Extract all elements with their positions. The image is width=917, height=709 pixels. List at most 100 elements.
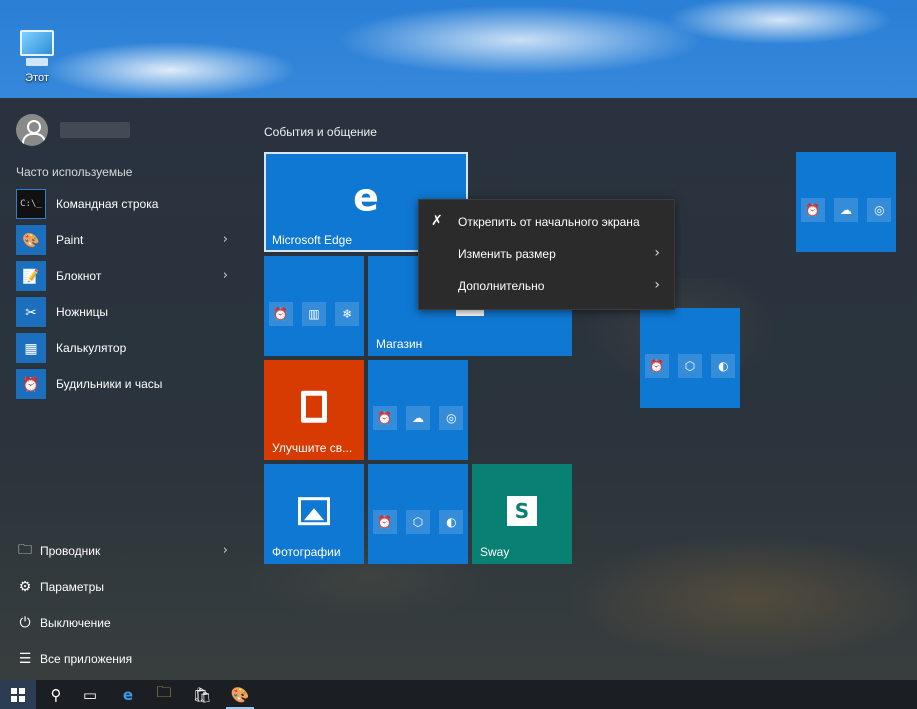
cube-icon: ⬡	[405, 510, 430, 534]
alarm-icon: ⏰	[644, 354, 669, 378]
live-tile-icons: ⏰ ▥ ❄	[264, 302, 364, 326]
menu-item-label: Дополнительно	[458, 279, 545, 293]
camera-icon: ◎	[867, 198, 892, 222]
most-used-list: C:\_ Командная строка 🎨 Paint › 📝 Блокно…	[16, 186, 238, 402]
bottom-item-label: Все приложения	[40, 652, 133, 666]
desktop-icon-this-pc[interactable]: Этот	[12, 30, 62, 84]
user-account[interactable]	[16, 114, 130, 146]
tile-group-title[interactable]: События и общение	[264, 125, 377, 139]
tile-office[interactable]: Улучшите св...	[264, 360, 364, 460]
snowflake-icon: ❄	[335, 302, 360, 326]
most-used-label: Часто используемые	[16, 165, 133, 179]
computer-icon	[20, 30, 54, 66]
app-item-label: Командная строка	[56, 197, 159, 211]
start-bottom-list: 🗀 Проводник › ⚙ Параметры ⏻ Выключение ☰…	[16, 533, 238, 677]
menu-item-label: Изменить размер	[458, 247, 556, 261]
app-item-label: Ножницы	[56, 305, 109, 319]
tile-label: Улучшите св...	[272, 441, 353, 455]
bottom-item-label: Параметры	[40, 580, 104, 594]
chart-icon: ▥	[301, 302, 326, 326]
edge-icon: e	[353, 175, 379, 220]
bottom-item-all-apps[interactable]: ☰ Все приложения	[16, 641, 238, 677]
alarm-icon: ⏰	[372, 510, 397, 534]
app-item-label: Блокнот	[56, 269, 102, 283]
chevron-right-icon: ›	[654, 277, 660, 293]
alarm-icon: ⏰	[268, 302, 293, 326]
gear-icon: ⚙	[18, 579, 32, 595]
tile-weather-live[interactable]: ⏰ ▥ ❄	[264, 256, 364, 356]
tile-live-2[interactable]: ⏰ ⬡ ◐	[368, 464, 468, 564]
paint-icon[interactable]: 🎨	[222, 680, 258, 709]
tile-sway[interactable]: S Sway	[472, 464, 572, 564]
menu-item-resize[interactable]: Изменить размер ›	[419, 238, 674, 270]
bottom-item-settings[interactable]: ⚙ Параметры	[16, 569, 238, 605]
power-icon: ⏻	[19, 615, 31, 631]
windows-logo-icon	[11, 687, 25, 702]
start-button[interactable]	[0, 680, 36, 709]
taskbar: ⚲ ▭ e 🗀 🛍 🎨	[0, 680, 917, 709]
menu-item-more[interactable]: Дополнительно ›	[419, 270, 674, 302]
office-icon	[301, 390, 327, 423]
live-tile-icons: ⏰ ⬡ ◐	[640, 354, 740, 378]
photos-icon	[298, 497, 330, 526]
tile-label: Sway	[480, 545, 510, 559]
command-prompt-icon: C:\_	[16, 189, 46, 219]
app-item-notepad[interactable]: 📝 Блокнот ›	[16, 258, 238, 294]
weather-icon: ☁	[405, 406, 430, 430]
alarm-icon: ⏰	[372, 406, 397, 430]
chevron-right-icon[interactable]: ›	[223, 232, 228, 247]
start-menu: Часто используемые C:\_ Командная строка…	[0, 98, 917, 680]
list-icon: ☰	[18, 651, 32, 667]
bottom-item-label: Проводник	[40, 544, 101, 558]
app-item-label: Будильники и часы	[56, 377, 163, 391]
cube-icon: ⬡	[677, 354, 702, 378]
app-item-command-prompt[interactable]: C:\_ Командная строка	[16, 186, 238, 222]
sway-icon: S	[507, 496, 537, 526]
tile-label: Фотографии	[272, 545, 341, 559]
desktop-icon-label: Этот	[25, 72, 49, 84]
live-tile-icons: ⏰ ☁ ◎	[796, 198, 896, 222]
app-item-label: Paint	[56, 233, 84, 247]
file-explorer-icon[interactable]: 🗀	[146, 680, 182, 709]
app-item-snipping-tool[interactable]: ✂ Ножницы	[16, 294, 238, 330]
weather-icon: ☁	[833, 198, 858, 222]
tile-live-4[interactable]: ⏰ ⬡ ◐	[640, 308, 740, 408]
unpin-icon: ✗	[431, 213, 443, 229]
tile-label: Microsoft Edge	[272, 233, 353, 247]
alarm-clock-icon: ⏰	[16, 369, 46, 399]
tile-live-1[interactable]: ⏰ ☁ ◎	[368, 360, 468, 460]
calculator-icon: ▦	[16, 333, 46, 363]
notepad-icon: 📝	[16, 261, 46, 291]
tile-live-3[interactable]: ⏰ ☁ ◎	[796, 152, 896, 252]
camera-icon: ◎	[439, 406, 464, 430]
chevron-right-icon[interactable]: ›	[223, 543, 228, 558]
menu-item-label: Открепить от начального экрана	[458, 215, 640, 229]
menu-item-unpin[interactable]: ✗ Открепить от начального экрана	[419, 206, 674, 238]
avatar	[16, 114, 48, 146]
bottom-item-power[interactable]: ⏻ Выключение	[16, 605, 238, 641]
app-item-label: Калькулятор	[56, 341, 127, 355]
tile-photos[interactable]: Фотографии	[264, 464, 364, 564]
chevron-right-icon: ›	[654, 245, 660, 261]
task-view-icon[interactable]: ▭	[72, 680, 108, 709]
bottom-item-label: Выключение	[40, 616, 111, 630]
palette-icon: ◐	[439, 510, 464, 534]
alarm-icon: ⏰	[800, 198, 825, 222]
app-item-paint[interactable]: 🎨 Paint ›	[16, 222, 238, 258]
app-item-calculator[interactable]: ▦ Калькулятор	[16, 330, 238, 366]
store-icon[interactable]: 🛍	[184, 680, 220, 709]
bottom-item-explorer[interactable]: 🗀 Проводник ›	[16, 533, 238, 569]
palette-icon: ◐	[711, 354, 736, 378]
snipping-tool-icon: ✂	[16, 297, 46, 327]
folder-icon: 🗀	[18, 542, 32, 558]
user-name-redacted	[60, 122, 130, 138]
live-tile-icons: ⏰ ⬡ ◐	[368, 510, 468, 534]
paint-icon: 🎨	[16, 225, 46, 255]
edge-icon[interactable]: e	[110, 680, 146, 709]
search-icon[interactable]: ⚲	[38, 680, 74, 709]
start-left-pane: Часто используемые C:\_ Командная строка…	[0, 98, 248, 680]
live-tile-icons: ⏰ ☁ ◎	[368, 406, 468, 430]
tile-label: Магазин	[376, 337, 423, 351]
app-item-alarms[interactable]: ⏰ Будильники и часы	[16, 366, 238, 402]
chevron-right-icon[interactable]: ›	[223, 268, 228, 283]
